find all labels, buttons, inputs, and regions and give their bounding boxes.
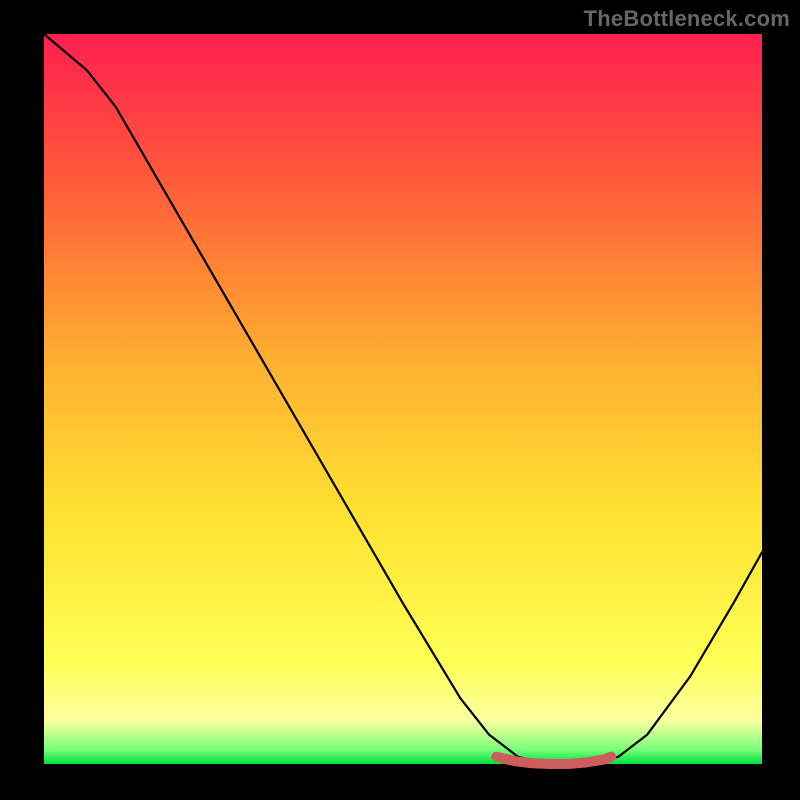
bottleneck-curve-chart (0, 0, 800, 800)
plot-background (44, 34, 762, 764)
chart-container: { "watermark": "TheBottleneck.com", "col… (0, 0, 800, 800)
watermark-text: TheBottleneck.com (584, 6, 790, 32)
